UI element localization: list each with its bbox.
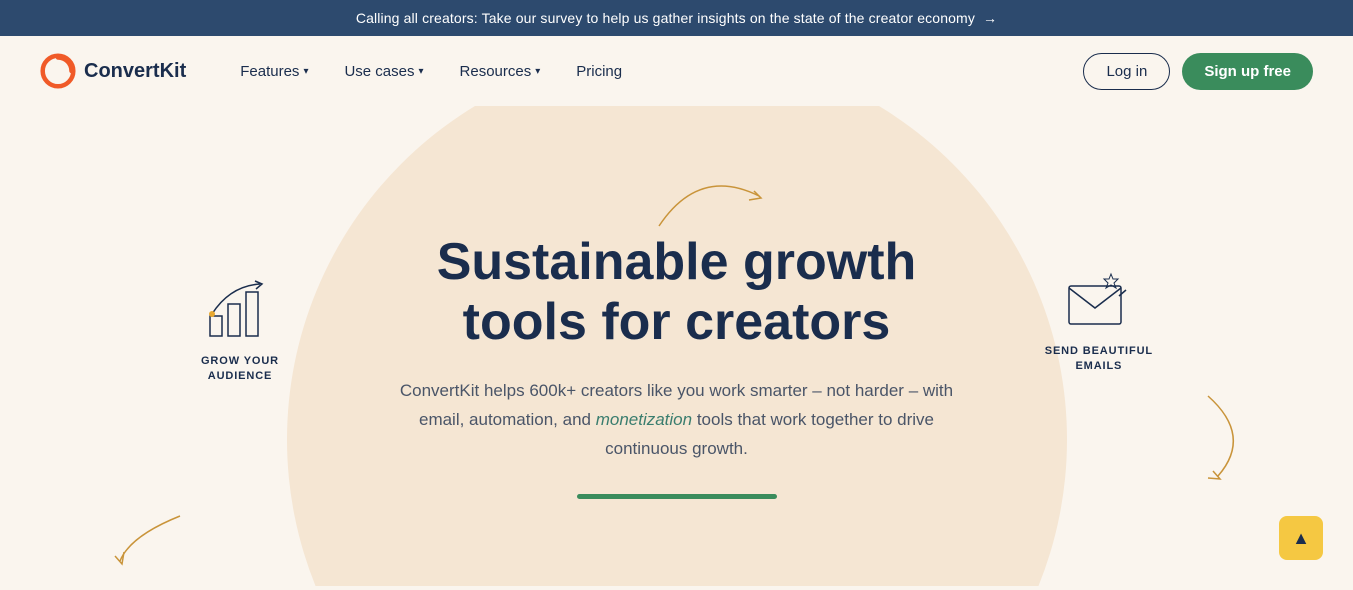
hero-subtitle-highlight: monetization xyxy=(596,410,692,429)
send-emails-icon xyxy=(1061,266,1136,336)
login-button[interactable]: Log in xyxy=(1083,53,1170,90)
back-to-top-icon: ▲ xyxy=(1292,528,1310,549)
grow-audience-label: GROW YOUR AUDIENCE xyxy=(200,354,280,385)
feature-grow-audience: GROW YOUR AUDIENCE xyxy=(200,276,280,385)
nav-use-cases-label: Use cases xyxy=(344,63,414,80)
banner-arrow: → xyxy=(983,10,997,26)
nav-features[interactable]: Features ▾ xyxy=(226,55,322,88)
back-to-top-button[interactable]: ▲ xyxy=(1279,516,1323,560)
curved-arrow-left-bottom xyxy=(110,506,190,571)
nav-pricing[interactable]: Pricing xyxy=(562,55,636,88)
nav-actions: Log in Sign up free xyxy=(1083,53,1313,90)
cta-underline-decoration xyxy=(577,494,777,499)
hero-content: Sustainable growth tools for creators Co… xyxy=(367,173,987,518)
hero-cta-bar xyxy=(387,494,967,499)
feature-send-emails: SEND BEAUTIFUL EMAILS xyxy=(1045,266,1153,375)
grow-audience-icon xyxy=(200,276,280,346)
signup-button[interactable]: Sign up free xyxy=(1182,53,1313,90)
chevron-down-icon: ▾ xyxy=(535,66,540,77)
chevron-down-icon: ▾ xyxy=(303,66,308,77)
hero-title: Sustainable growth tools for creators xyxy=(387,233,967,353)
nav-resources[interactable]: Resources ▾ xyxy=(446,55,555,88)
nav-features-label: Features xyxy=(240,63,299,80)
banner-text: Calling all creators: Take our survey to… xyxy=(356,10,975,26)
nav-resources-label: Resources xyxy=(460,63,532,80)
logo-text: ConvertKit xyxy=(84,60,186,83)
hero-subtitle: ConvertKit helps 600k+ creators like you… xyxy=(387,377,967,464)
send-emails-label: SEND BEAUTIFUL EMAILS xyxy=(1045,344,1153,375)
navbar: ConvertKit Features ▾ Use cases ▾ Resour… xyxy=(0,36,1353,106)
logo-icon xyxy=(40,53,76,89)
hero-section: GROW YOUR AUDIENCE SEND BEAUTIFUL EMAILS… xyxy=(0,106,1353,586)
announcement-banner[interactable]: Calling all creators: Take our survey to… xyxy=(0,0,1353,36)
logo-link[interactable]: ConvertKit xyxy=(40,53,186,89)
chevron-down-icon: ▾ xyxy=(419,66,424,77)
nav-use-cases[interactable]: Use cases ▾ xyxy=(330,55,437,88)
nav-links: Features ▾ Use cases ▾ Resources ▾ Prici… xyxy=(226,55,1083,88)
curved-arrow-right-bottom xyxy=(1198,386,1258,491)
nav-pricing-label: Pricing xyxy=(576,63,622,80)
